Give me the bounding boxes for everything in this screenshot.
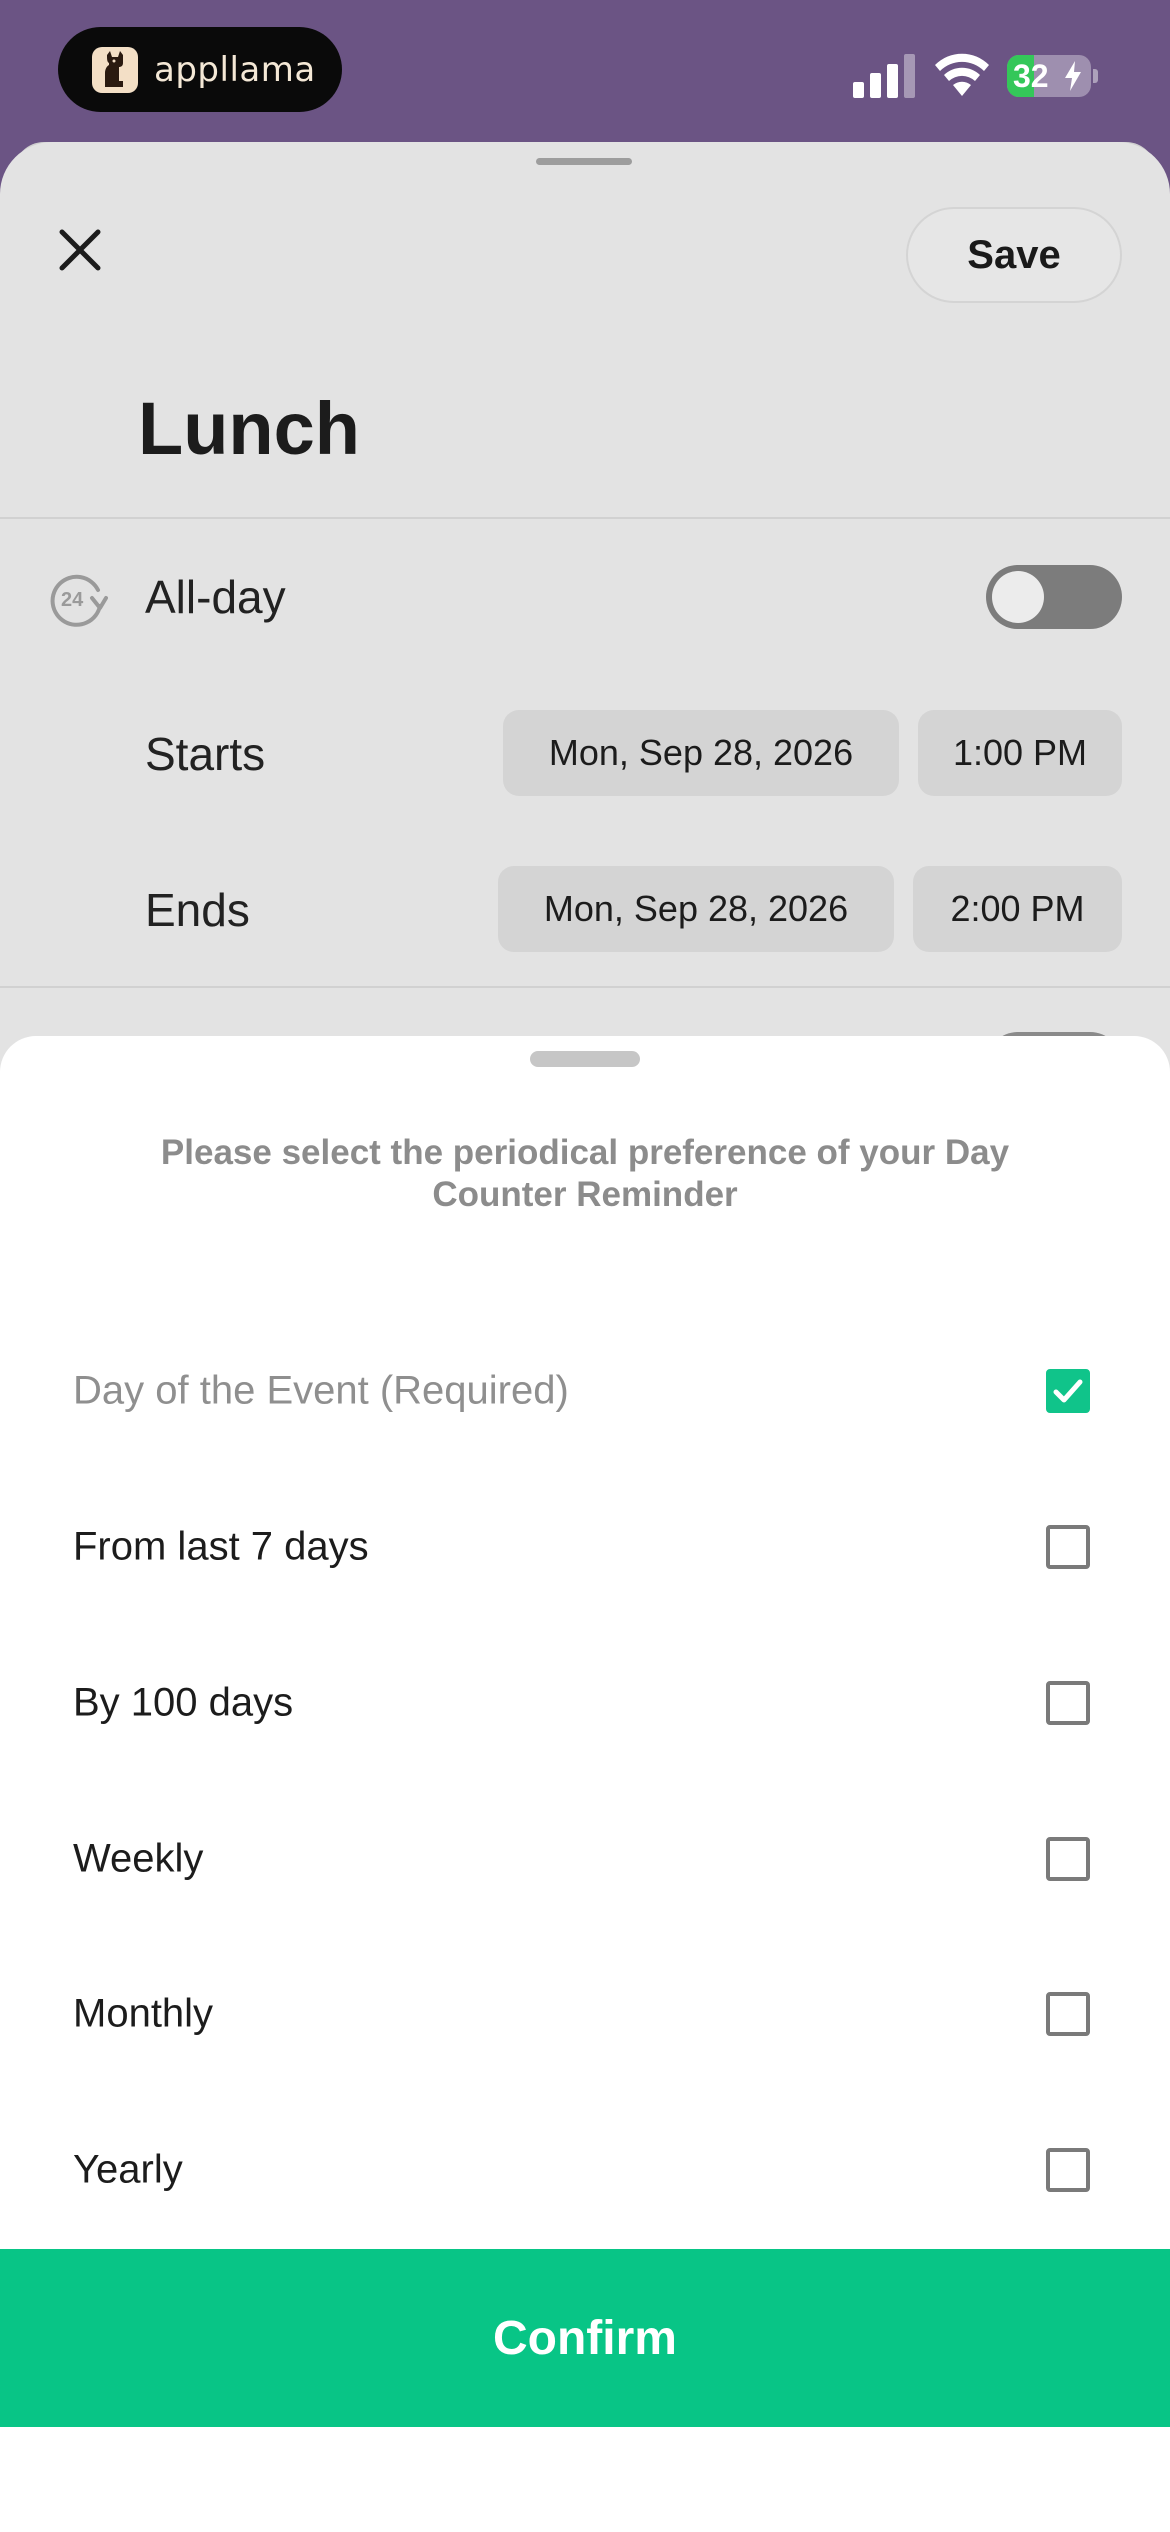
option-label: Yearly [73, 2147, 183, 2192]
option-checkbox[interactable] [1046, 1992, 1090, 2036]
toggle-knob [992, 571, 1044, 623]
reminder-prompt: Please select the periodical preference … [160, 1133, 1010, 1214]
wifi-icon [935, 53, 989, 96]
starts-date-button[interactable]: Mon, Sep 28, 2026 [503, 710, 899, 796]
charging-bolt-icon [1065, 61, 1081, 91]
battery-nub [1093, 69, 1098, 83]
reminder-sheet-grabber[interactable] [530, 1051, 640, 1067]
option-yearly[interactable]: Yearly [0, 2110, 1170, 2230]
checkmark-icon [1053, 1379, 1083, 1403]
save-button[interactable]: Save [906, 207, 1122, 303]
ends-date-button[interactable]: Mon, Sep 28, 2026 [498, 866, 894, 952]
divider [0, 986, 1170, 988]
option-day-of-event: Day of the Event (Required) [0, 1331, 1170, 1451]
editor-sheet-grabber[interactable] [536, 158, 632, 165]
option-monthly[interactable]: Monthly [0, 1954, 1170, 2074]
battery-indicator: 32 [1007, 55, 1091, 97]
divider [0, 517, 1170, 519]
24-hour-icon: 24 [50, 574, 108, 627]
cellular-signal-icon [853, 54, 915, 98]
option-by-100-days[interactable]: By 100 days [0, 1643, 1170, 1763]
option-from-last-7-days[interactable]: From last 7 days [0, 1487, 1170, 1607]
close-icon [59, 229, 101, 271]
option-checkbox-checked [1046, 1369, 1090, 1413]
confirm-button[interactable]: Confirm [0, 2249, 1170, 2427]
option-weekly[interactable]: Weekly [0, 1799, 1170, 1919]
option-checkbox[interactable] [1046, 1525, 1090, 1569]
option-label: Day of the Event (Required) [73, 1368, 569, 1413]
app-indicator-pill[interactable]: appllama [58, 27, 342, 112]
all-day-toggle[interactable] [986, 565, 1122, 629]
option-checkbox[interactable] [1046, 2148, 1090, 2192]
all-day-label: All-day [145, 571, 286, 623]
option-label: From last 7 days [73, 1524, 369, 1569]
ends-label: Ends [145, 884, 250, 936]
starts-label: Starts [145, 728, 266, 780]
ends-time-button[interactable]: 2:00 PM [913, 866, 1122, 952]
option-label: Weekly [73, 1836, 204, 1881]
llama-logo-icon [92, 46, 138, 93]
option-checkbox[interactable] [1046, 1837, 1090, 1881]
app-name: appllama [154, 49, 316, 90]
event-title[interactable]: Lunch [138, 386, 360, 471]
option-checkbox[interactable] [1046, 1681, 1090, 1725]
starts-time-button[interactable]: 1:00 PM [918, 710, 1122, 796]
option-label: Monthly [73, 1991, 214, 2036]
status-bar: appllama 32 [0, 0, 1170, 140]
option-label: By 100 days [73, 1680, 294, 1725]
close-button[interactable] [52, 222, 108, 278]
svg-text:24: 24 [61, 589, 84, 611]
battery-level: 32 [1013, 58, 1049, 94]
